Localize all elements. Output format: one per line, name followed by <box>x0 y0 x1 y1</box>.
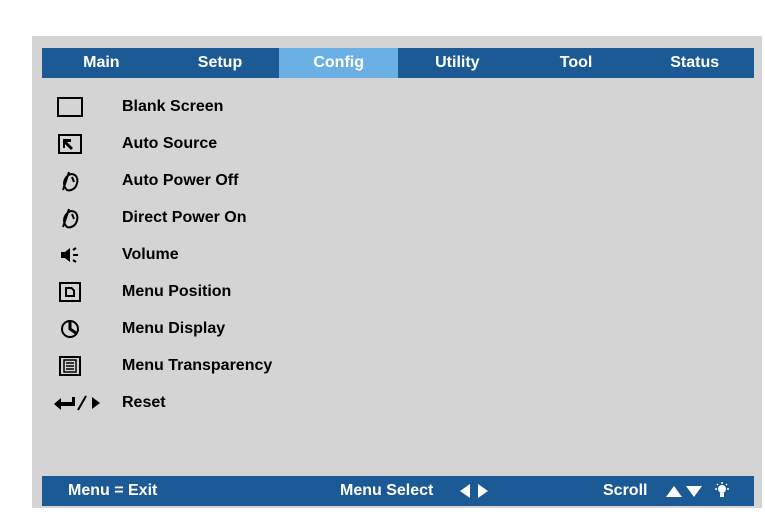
menu-transparency-icon <box>50 354 90 378</box>
footer-bar: Menu = Exit Menu Select Scroll <box>42 476 754 506</box>
power-off-icon <box>50 169 90 193</box>
menu-display-icon <box>50 317 90 341</box>
blank-screen-icon <box>50 95 90 119</box>
tab-config[interactable]: Config <box>279 48 399 78</box>
menu-item-label: Menu Display <box>122 319 226 337</box>
menu-item-auto-source[interactable]: Auto Source <box>50 125 272 162</box>
scroll-hint: Scroll <box>603 482 648 499</box>
up-down-arrows-icon <box>666 486 702 497</box>
menu-item-label: Direct Power On <box>122 208 247 226</box>
menu-item-blank-screen[interactable]: Blank Screen <box>50 88 272 125</box>
tab-setup[interactable]: Setup <box>161 48 280 78</box>
power-on-icon <box>50 206 90 230</box>
menu-item-label: Menu Transparency <box>122 356 273 374</box>
lightbulb-icon <box>715 482 729 497</box>
window-frame: Main Setup Config Utility Tool Status Bl… <box>12 10 762 510</box>
tab-utility[interactable]: Utility <box>398 48 517 78</box>
menu-item-volume[interactable]: Volume <box>50 236 272 273</box>
menu-item-menu-transparency[interactable]: Menu Transparency <box>50 347 272 384</box>
menu-item-reset[interactable]: Reset <box>50 384 272 421</box>
tab-bar: Main Setup Config Utility Tool Status <box>42 48 754 78</box>
menu-item-label: Blank Screen <box>122 97 224 115</box>
menu-item-label: Auto Power Off <box>122 171 239 189</box>
left-right-arrows-icon <box>460 484 488 498</box>
osd-menu-panel: Main Setup Config Utility Tool Status Bl… <box>32 36 762 508</box>
exit-hint: Menu = Exit <box>68 482 158 499</box>
menu-item-label: Reset <box>122 393 166 411</box>
menu-item-label: Menu Position <box>122 282 232 300</box>
menu-item-menu-position[interactable]: Menu Position <box>50 273 272 310</box>
menu-item-label: Auto Source <box>122 134 218 152</box>
auto-source-icon <box>50 132 90 156</box>
menu-position-icon <box>50 280 90 304</box>
tab-main[interactable]: Main <box>42 48 161 78</box>
enter-right-icon <box>50 391 112 415</box>
select-hint: Menu Select <box>340 482 434 499</box>
config-menu-list: Blank Screen Auto Source Auto Power Off … <box>50 88 272 421</box>
menu-item-menu-display[interactable]: Menu Display <box>50 310 272 347</box>
speaker-icon <box>50 243 90 267</box>
menu-item-direct-power-on[interactable]: Direct Power On <box>50 199 272 236</box>
menu-item-label: Volume <box>122 245 179 263</box>
tab-status[interactable]: Status <box>635 48 754 78</box>
menu-item-auto-power-off[interactable]: Auto Power Off <box>50 162 272 199</box>
tab-tool[interactable]: Tool <box>517 48 636 78</box>
